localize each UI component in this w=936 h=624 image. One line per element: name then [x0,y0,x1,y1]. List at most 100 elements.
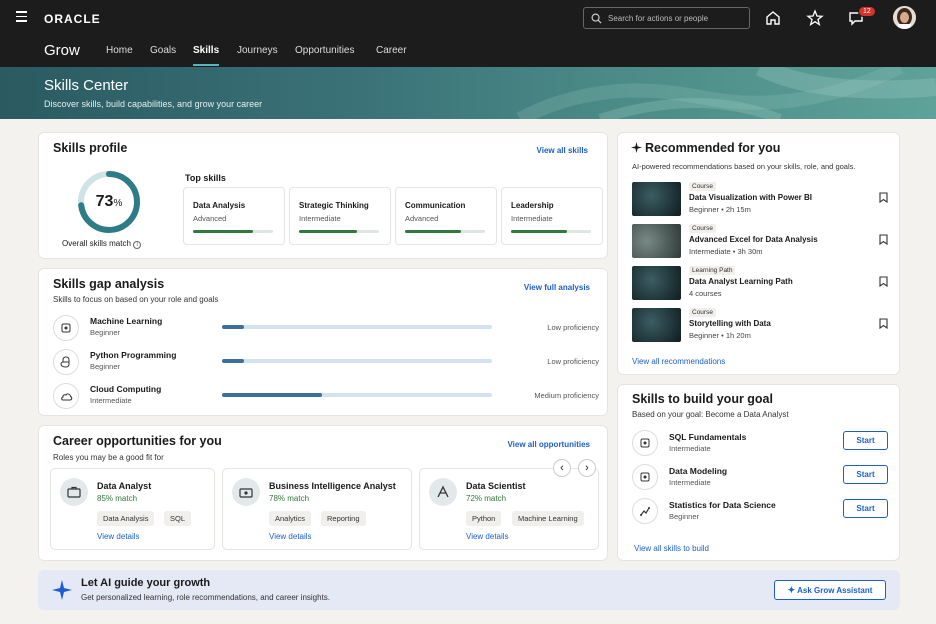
view-details-link[interactable]: View details [466,532,509,541]
carousel-prev-button[interactable]: ‹ [553,459,571,477]
data-scientist-icon [429,478,457,506]
home-icon[interactable] [764,9,782,27]
skill-level: Advanced [193,214,227,223]
gap-skill-name: Python Programming [90,350,177,360]
skill-progress [405,230,485,233]
goal-skill-row: Statistics for Data Science Beginner Sta… [632,497,888,527]
course-thumbnail [632,266,681,300]
top-bar: ORACLE Search for actions or people 12 [0,0,936,36]
recommended-title: Recommended for you [645,141,781,155]
goal-subtitle: Based on your goal: Become a Data Analys… [632,410,789,419]
item-meta: 4 courses [689,289,722,298]
view-all-skills-to-build-link[interactable]: View all skills to build [634,544,709,553]
nav-journeys[interactable]: Journeys [237,45,278,56]
gap-skill-name: Cloud Computing [90,384,162,394]
bookmark-icon[interactable] [879,234,888,245]
role-match: 78% match [269,494,310,503]
gap-progress [222,393,492,397]
ai-banner: Let AI guide your growth Get personalize… [38,570,900,610]
recommendation-item[interactable]: Course Advanced Excel for Data Analysis … [632,224,888,258]
ask-grow-assistant-button[interactable]: ✦ Ask Grow Assistant [774,580,886,600]
top-skill-card[interactable]: Communication Advanced [395,187,497,245]
goal-skill-level: Intermediate [669,478,711,487]
bookmark-icon[interactable] [879,318,888,329]
item-title: Data Visualization with Power BI [689,193,812,202]
role-card[interactable]: Data Analyst 85% match Data Analysis SQL… [50,468,215,550]
top-skill-card[interactable]: Data Analysis Advanced [183,187,285,245]
view-all-recommendations-link[interactable]: View all recommendations [632,357,725,366]
user-avatar[interactable] [893,6,916,29]
role-card[interactable]: Business Intelligence Analyst 78% match … [222,468,412,550]
bookmark-icon[interactable] [879,276,888,287]
active-tab-indicator [193,64,219,66]
view-all-skills-link[interactable]: View all skills [537,146,588,155]
ai-banner-subtitle: Get personalized learning, role recommen… [81,593,331,602]
sql-icon [632,430,658,456]
skill-progress [511,230,591,233]
chevron-right-icon: › [585,462,589,474]
search-icon [591,13,602,24]
hero-banner: Skills Center Discover skills, build cap… [0,67,936,119]
app-nav: Grow Home Goals Skills Journeys Opportun… [0,36,936,67]
gap-skill-level: Intermediate [90,396,132,405]
career-title: Career opportunities for you [53,434,222,448]
goal-skills-card: Skills to build your goal Based on your … [617,384,900,561]
view-details-link[interactable]: View details [269,532,312,541]
nav-goals[interactable]: Goals [150,45,176,56]
gap-row[interactable]: Cloud Computing Intermediate Medium prof… [53,381,613,411]
star-icon[interactable] [806,9,824,27]
notification-badge: 12 [858,6,876,17]
skills-profile-title: Skills profile [53,141,128,155]
course-thumbnail [632,182,681,216]
view-full-analysis-link[interactable]: View full analysis [524,283,590,292]
search-input[interactable]: Search for actions or people [583,7,750,29]
top-skill-card[interactable]: Strategic Thinking Intermediate [289,187,391,245]
start-button[interactable]: Start [843,499,888,518]
gap-progress [222,359,492,363]
skill-name: Strategic Thinking [299,201,369,210]
career-card: Career opportunities for you Roles you m… [38,425,608,561]
menu-icon[interactable] [16,11,27,23]
skill-name: Data Analysis [193,201,246,210]
start-button[interactable]: Start [843,465,888,484]
ai-sparkle-icon [52,580,72,600]
recommendation-item[interactable]: Course Storytelling with Data Beginner •… [632,308,888,342]
oracle-logo[interactable]: ORACLE [44,12,101,26]
gap-row[interactable]: Python Programming Beginner Low proficie… [53,347,613,377]
item-title: Advanced Excel for Data Analysis [689,235,818,244]
career-subtitle: Roles you may be a good fit for [53,453,164,462]
goal-skill-name: Statistics for Data Science [669,500,776,510]
nav-opportunities[interactable]: Opportunities [295,45,354,56]
page-subtitle: Discover skills, build capabilities, and… [44,99,263,109]
info-icon[interactable]: i [133,241,142,249]
ai-banner-title: Let AI guide your growth [81,577,211,589]
skill-name: Communication [405,201,466,210]
view-all-opportunities-link[interactable]: View all opportunities [507,440,590,449]
item-title: Storytelling with Data [689,319,771,328]
bookmark-icon[interactable] [879,192,888,203]
skill-progress [299,230,379,233]
briefcase-icon [60,478,88,506]
recommendation-item[interactable]: Learning Path Data Analyst Learning Path… [632,266,888,300]
search-placeholder: Search for actions or people [608,14,709,23]
role-tag: Data Analysis [97,511,155,526]
nav-home[interactable]: Home [106,45,133,56]
nav-career[interactable]: Career [376,45,407,56]
gap-proficiency: Low proficiency [547,323,599,332]
gap-row[interactable]: Machine Learning Beginner Low proficienc… [53,313,613,343]
recommendation-item[interactable]: Course Data Visualization with Power BI … [632,182,888,216]
skills-gap-subtitle: Skills to focus on based on your role an… [53,295,219,304]
sparkle-icon [631,142,642,153]
app-name[interactable]: Grow [44,42,80,59]
carousel-next-button[interactable]: › [578,459,596,477]
top-skill-card[interactable]: Leadership Intermediate [501,187,603,245]
role-card[interactable]: Data Scientist 72% match Python Machine … [419,468,599,550]
nav-skills[interactable]: Skills [193,45,219,56]
skill-level: Intermediate [511,214,553,223]
goal-skill-name: Data Modeling [669,466,728,476]
view-details-link[interactable]: View details [97,532,140,541]
goal-skill-level: Intermediate [669,444,711,453]
skill-level: Advanced [405,214,439,223]
role-tag: Analytics [269,511,312,526]
start-button[interactable]: Start [843,431,888,450]
